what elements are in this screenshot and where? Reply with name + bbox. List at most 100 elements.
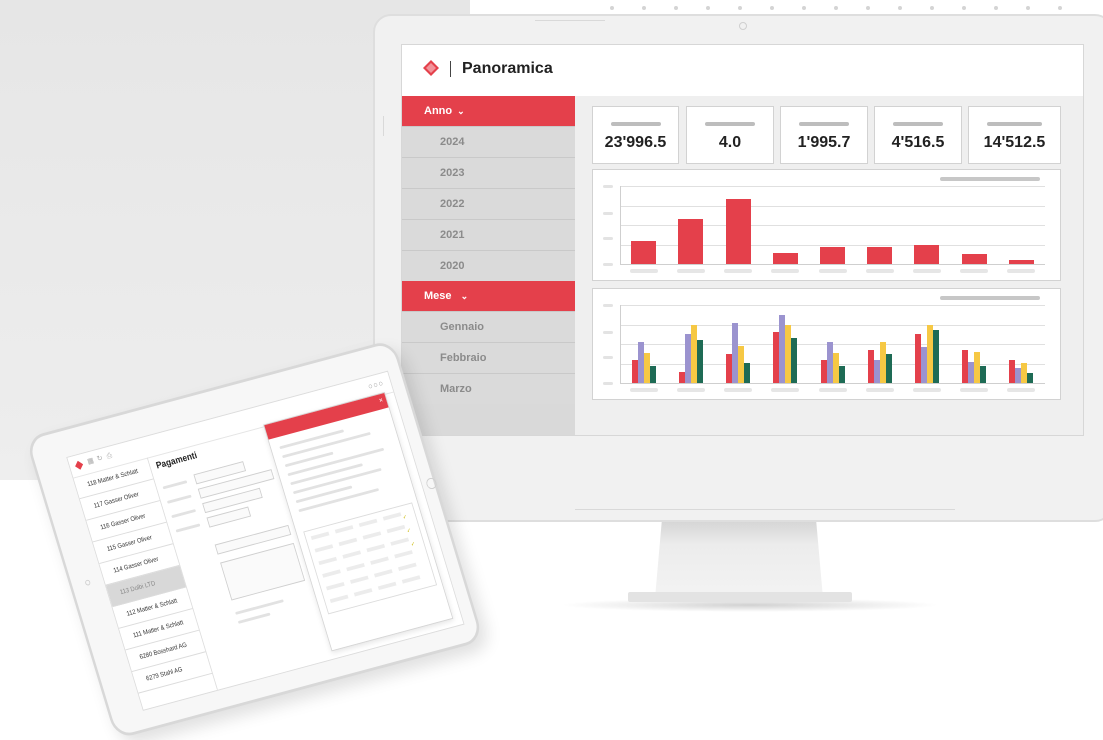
chart-bar[interactable] xyxy=(961,254,987,264)
kpi-card[interactable]: 4.0 xyxy=(686,106,774,164)
chart-bar[interactable] xyxy=(914,244,940,264)
chart-bar[interactable] xyxy=(725,198,751,264)
kpi-value: 4.0 xyxy=(718,134,742,151)
chart-bar[interactable] xyxy=(1027,373,1034,383)
filter-item-2023[interactable]: 2023 xyxy=(402,157,575,188)
filter-item-febbraio[interactable]: Febbraio xyxy=(402,342,575,373)
decorative-dot xyxy=(1058,6,1062,10)
table-cell-placeholder xyxy=(358,518,378,528)
table-cell-placeholder xyxy=(390,537,410,546)
kpi-card[interactable]: 1'995.7 xyxy=(780,106,868,164)
x-tick-label-placeholder xyxy=(865,269,894,273)
decorative-dot xyxy=(930,6,934,10)
form-label-placeholder xyxy=(171,509,197,519)
y-tick-label-placeholder xyxy=(603,212,613,215)
chart-bar[interactable] xyxy=(932,330,939,383)
table-cell-placeholder xyxy=(353,588,373,597)
kpi-value: 1'995.7 xyxy=(797,134,851,151)
x-tick-label-placeholder xyxy=(1007,269,1036,273)
kpi-card[interactable]: 23'996.5 xyxy=(592,106,679,164)
x-tick-label-placeholder xyxy=(676,269,705,273)
monitor-bezel-line xyxy=(383,116,384,136)
filter-header-label: Anno xyxy=(424,105,453,117)
chart-legend-placeholder xyxy=(940,177,1040,181)
bar-chart-panel xyxy=(592,169,1061,281)
kpi-label-placeholder xyxy=(893,122,943,126)
diamond-logo-icon xyxy=(423,60,439,76)
form-label-placeholder xyxy=(166,494,192,504)
chart-gridline xyxy=(620,344,1045,345)
print-icon[interactable]: ⎙ xyxy=(105,451,113,461)
decorative-dot xyxy=(642,6,646,10)
chart-bar[interactable] xyxy=(772,253,798,264)
y-tick-label-placeholder xyxy=(603,382,613,385)
chart-bar[interactable] xyxy=(696,340,703,383)
monitor-screen: Panoramica Anno ⌄ 2024 2023 2022 2021 20… xyxy=(401,44,1084,436)
x-tick-label-placeholder xyxy=(676,388,705,392)
chart-gridline xyxy=(620,186,1045,187)
decorative-dot xyxy=(898,6,902,10)
chart-bar[interactable] xyxy=(885,353,892,383)
chart-bar[interactable] xyxy=(867,247,893,264)
monitor-bezel-line xyxy=(575,509,955,510)
filter-item-gennaio[interactable]: Gennaio xyxy=(402,311,575,342)
refresh-icon[interactable]: ↻ xyxy=(96,454,104,464)
filter-item-2024[interactable]: 2024 xyxy=(402,126,575,157)
decorative-dot xyxy=(610,6,614,10)
table-cell-placeholder xyxy=(373,569,393,578)
chart-bar[interactable] xyxy=(1008,260,1034,264)
table-cell-placeholder xyxy=(318,556,338,566)
x-tick-label-placeholder xyxy=(912,388,941,392)
chart-bar[interactable] xyxy=(838,366,845,383)
filter-item-2022[interactable]: 2022 xyxy=(402,188,575,219)
filter-item-2021[interactable]: 2021 xyxy=(402,219,575,250)
form-textarea[interactable] xyxy=(220,542,306,601)
chart-axis xyxy=(620,305,621,383)
filter-header-mese[interactable]: Mese ⌄ xyxy=(402,281,575,311)
kpi-card[interactable]: 4'516.5 xyxy=(874,106,962,164)
chart-bar[interactable] xyxy=(649,366,656,383)
y-tick-label-placeholder xyxy=(603,304,613,307)
chart-bar[interactable] xyxy=(820,247,845,264)
x-tick-label-placeholder xyxy=(818,269,847,273)
kpi-label-placeholder xyxy=(705,122,755,126)
grid-icon[interactable]: ▦ xyxy=(86,456,94,466)
x-tick-label-placeholder xyxy=(629,269,658,273)
chart-axis xyxy=(620,186,621,264)
x-tick-label-placeholder xyxy=(912,269,941,273)
window-controls-icon[interactable]: ○○○ xyxy=(367,378,385,391)
close-icon[interactable]: × xyxy=(378,396,384,405)
table-cell-placeholder xyxy=(325,582,345,591)
chart-legend-placeholder xyxy=(940,296,1040,300)
y-tick-label-placeholder xyxy=(603,237,613,240)
x-tick-label-placeholder xyxy=(960,269,989,273)
kpi-value: 23'996.5 xyxy=(604,134,667,151)
table-cell-placeholder xyxy=(346,562,365,572)
chart-bar[interactable] xyxy=(791,338,798,383)
tablet-wrapper: ▦ ↻ ⎙ ○○○ 118 Matter & Schlatt 117 Gasser… xyxy=(25,339,485,740)
decorative-dot xyxy=(1026,6,1030,10)
table-cell-placeholder xyxy=(370,556,389,565)
decorative-dot xyxy=(802,6,806,10)
chart-bar[interactable] xyxy=(678,219,704,264)
chart-bar[interactable] xyxy=(980,366,987,383)
chart-gridline xyxy=(620,325,1045,326)
table-cell-placeholder xyxy=(349,575,369,584)
modal-table xyxy=(303,502,438,615)
logo-icon xyxy=(75,460,84,470)
kpi-card[interactable]: 14'512.5 xyxy=(968,106,1061,164)
filter-item-marzo[interactable]: Marzo xyxy=(402,373,575,404)
header-separator xyxy=(450,61,451,77)
chart-bar[interactable] xyxy=(631,240,657,264)
x-tick-label-placeholder xyxy=(818,388,847,392)
table-cell-placeholder xyxy=(382,512,402,521)
x-tick-label-placeholder xyxy=(960,388,989,392)
tablet-camera-icon xyxy=(84,579,91,587)
filter-item-2020[interactable]: 2020 xyxy=(402,250,575,281)
y-tick-label-placeholder xyxy=(603,263,613,266)
table-cell-placeholder xyxy=(366,543,386,553)
table-cell-placeholder xyxy=(397,562,417,572)
kpi-label-placeholder xyxy=(799,122,849,126)
filter-header-anno[interactable]: Anno ⌄ xyxy=(402,96,575,126)
chart-bar[interactable] xyxy=(744,362,751,383)
